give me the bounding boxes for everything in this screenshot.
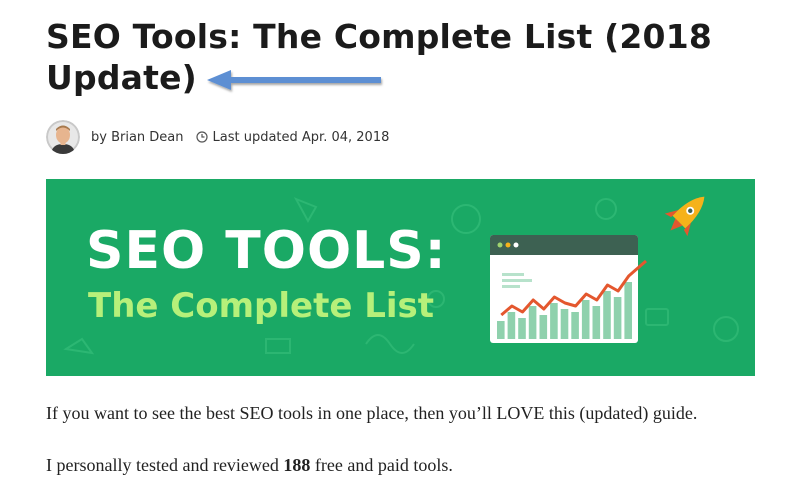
- tool-count: 188: [283, 455, 311, 475]
- tested-text-before: I personally tested and reviewed: [46, 455, 284, 475]
- hero-banner: SEO TOOLS: The Complete List: [46, 179, 755, 376]
- title-line-2: Update): [46, 58, 197, 97]
- chart-bar: [571, 312, 579, 339]
- title-line-1: SEO Tools: The Complete List (2018: [46, 17, 713, 56]
- chart-bar: [581, 300, 590, 339]
- article: SEO Tools: The Complete List (2018 Updat…: [46, 0, 756, 475]
- chart-bar: [613, 297, 622, 339]
- chart-bar: [592, 306, 601, 339]
- page-title: SEO Tools: The Complete List (2018 Updat…: [46, 16, 756, 98]
- chart-bar: [507, 312, 516, 339]
- author-name[interactable]: by Brian Dean: [91, 130, 184, 145]
- chart-bar: [603, 291, 611, 339]
- tested-text-after: free and paid tools.: [310, 455, 453, 475]
- chart-bar: [528, 306, 537, 339]
- chart-bar: [550, 303, 558, 339]
- tested-paragraph: I personally tested and reviewed 188 fre…: [46, 455, 453, 476]
- chart-bar: [518, 318, 526, 339]
- banner-title: SEO TOOLS:: [86, 221, 447, 281]
- last-updated: Last updated Apr. 04, 2018: [212, 129, 390, 145]
- left-arrow-icon: [206, 69, 381, 90]
- intro-paragraph: If you want to see the best SEO tools in…: [46, 403, 698, 423]
- chart-bar: [497, 321, 505, 339]
- title-line-2-wrap: Update): [46, 57, 385, 98]
- chart-bar: [539, 315, 548, 339]
- chart-window: [490, 235, 647, 343]
- byline: by Brian Dean Last updated Apr. 04, 2018: [46, 120, 389, 154]
- rocket-icon: [664, 196, 705, 237]
- banner-subtitle: The Complete List: [88, 286, 435, 326]
- chart-bar: [560, 309, 569, 339]
- avatar[interactable]: [46, 120, 80, 154]
- chart-bar: [624, 282, 632, 339]
- clock-icon: [195, 131, 208, 143]
